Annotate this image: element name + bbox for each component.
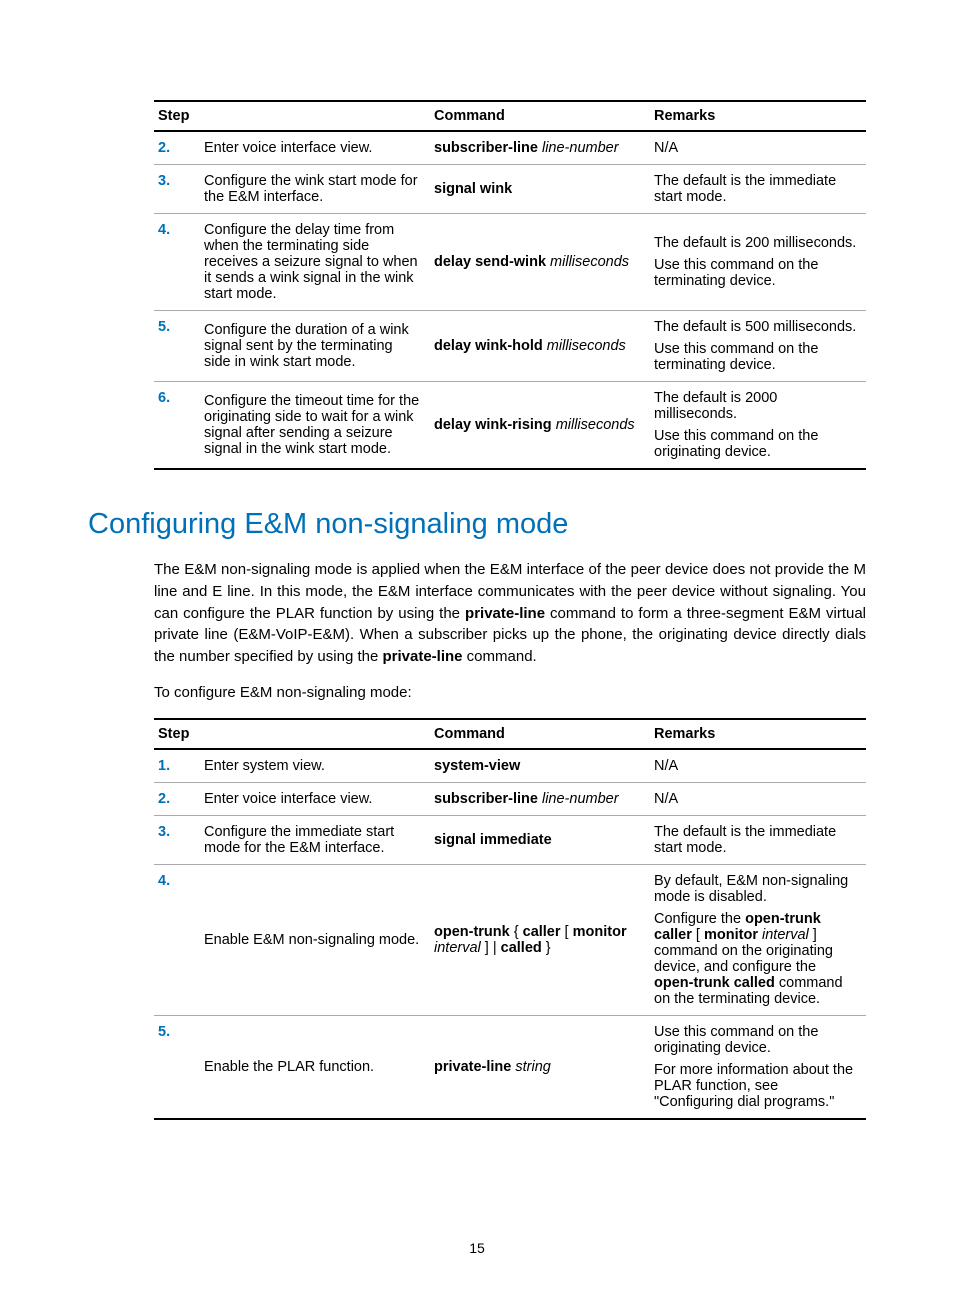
table-row: 1. Enter system view.system-viewN/A — [154, 749, 866, 783]
step-description: Enter system view. — [200, 749, 430, 783]
table-row: 2. Enter voice interface view.subscriber-… — [154, 131, 866, 165]
remarks-cell: The default is 500 milliseconds.Use this… — [650, 311, 866, 382]
command-cell: delay wink-rising milliseconds — [430, 382, 650, 470]
table-row: 6. Configure the timeout time for the ori… — [154, 382, 866, 470]
command-cell: delay wink-hold milliseconds — [430, 311, 650, 382]
step-number: 3. — [158, 173, 170, 189]
remarks-cell: Use this command on the originating devi… — [650, 1015, 866, 1119]
command-cell: system-view — [430, 749, 650, 783]
step-number: 4. — [158, 222, 170, 238]
table-row: 5. Configure the duration of a wink signa… — [154, 311, 866, 382]
remarks-cell: By default, E&M non-signaling mode is di… — [650, 864, 866, 1015]
paragraph-1: The E&M non-signaling mode is applied wh… — [154, 559, 866, 668]
remarks-cell: The default is 200 milliseconds.Use this… — [650, 214, 866, 311]
step-description: Configure the immediate start mode for t… — [200, 815, 430, 864]
step-number: 5. — [158, 1024, 170, 1040]
body-text: The E&M non-signaling mode is applied wh… — [154, 559, 866, 704]
step-number: 5. — [158, 319, 170, 335]
remarks-cell: The default is 2000 milliseconds.Use thi… — [650, 382, 866, 470]
step-number: 4. — [158, 873, 170, 889]
th-step: Step — [154, 719, 430, 749]
remarks-cell: The default is the immediate start mode. — [650, 165, 866, 214]
table-row: 4. Enable E&M non-signaling mode.open-tru… — [154, 864, 866, 1015]
command-cell: private-line string — [430, 1015, 650, 1119]
command-cell: signal immediate — [430, 815, 650, 864]
remarks-cell: N/A — [650, 782, 866, 815]
th-command: Command — [430, 719, 650, 749]
command-cell: delay send-wink milliseconds — [430, 214, 650, 311]
table-row: 3. Configure the immediate start mode for… — [154, 815, 866, 864]
step-number: 3. — [158, 824, 170, 840]
table-row: 5. Enable the PLAR function.private-line … — [154, 1015, 866, 1119]
table-row: 4. Configure the delay time from when the… — [154, 214, 866, 311]
step-number: 2. — [158, 140, 170, 156]
paragraph-2: To configure E&M non-signaling mode: — [154, 682, 866, 704]
remarks-cell: The default is the immediate start mode. — [650, 815, 866, 864]
step-description: Enable the PLAR function. — [200, 1015, 430, 1119]
step-description: Enter voice interface view. — [200, 782, 430, 815]
table-nonsignaling: Step Command Remarks 1. Enter system view… — [154, 718, 866, 1120]
command-cell: open-trunk { caller [ monitor interval ]… — [430, 864, 650, 1015]
step-number: 2. — [158, 791, 170, 807]
step-description: Enter voice interface view. — [200, 131, 430, 165]
command-cell: signal wink — [430, 165, 650, 214]
remarks-cell: N/A — [650, 131, 866, 165]
step-description: Configure the timeout time for the origi… — [200, 382, 430, 470]
step-description: Enable E&M non-signaling mode. — [200, 864, 430, 1015]
command-cell: subscriber-line line-number — [430, 131, 650, 165]
section-heading: Configuring E&M non-signaling mode — [88, 508, 866, 541]
table-wink-start: Step Command Remarks 2. Enter voice inter… — [154, 100, 866, 470]
remarks-cell: N/A — [650, 749, 866, 783]
table-row: 2. Enter voice interface view.subscriber-… — [154, 782, 866, 815]
step-description: Configure the duration of a wink signal … — [200, 311, 430, 382]
step-number: 1. — [158, 758, 170, 774]
page-number: 15 — [0, 1240, 954, 1256]
step-number: 6. — [158, 390, 170, 406]
page: Step Command Remarks 2. Enter voice inter… — [0, 0, 954, 1296]
th-step: Step — [154, 101, 430, 131]
table-row: 3. Configure the wink start mode for the … — [154, 165, 866, 214]
step-description: Configure the wink start mode for the E&… — [200, 165, 430, 214]
th-remarks: Remarks — [650, 719, 866, 749]
th-remarks: Remarks — [650, 101, 866, 131]
command-cell: subscriber-line line-number — [430, 782, 650, 815]
th-command: Command — [430, 101, 650, 131]
step-description: Configure the delay time from when the t… — [200, 214, 430, 311]
